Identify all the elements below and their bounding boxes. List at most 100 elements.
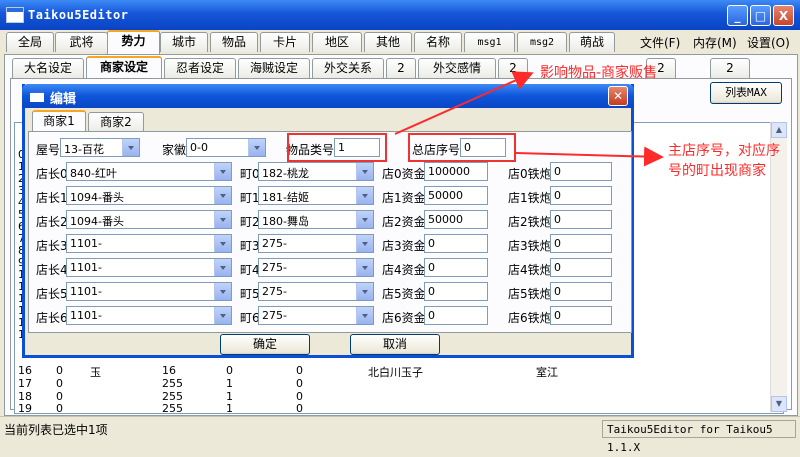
tab-items[interactable]: 物品 xyxy=(210,32,258,52)
guns-input[interactable]: 0 xyxy=(550,306,612,325)
chevron-down-icon[interactable] xyxy=(122,139,139,156)
tab-diplomacy[interactable]: 外交关系 xyxy=(312,58,384,78)
table-row-cell[interactable]: 0 xyxy=(226,364,233,377)
town-select[interactable]: 182-桃龙 xyxy=(258,162,374,181)
tab-extra-2[interactable]: 2 xyxy=(498,58,528,78)
table-row-cell[interactable]: 0 xyxy=(296,364,303,377)
table-row-cell[interactable]: 0 xyxy=(56,377,63,390)
manager-select[interactable]: 1094-番头 xyxy=(66,210,232,229)
manager-select[interactable]: 1101- xyxy=(66,306,232,325)
town-select[interactable]: 275- xyxy=(258,234,374,253)
chevron-down-icon[interactable] xyxy=(356,307,373,324)
town-select[interactable]: 275- xyxy=(258,306,374,325)
cancel-button[interactable]: 取消 xyxy=(350,334,440,355)
funds-input[interactable]: 50000 xyxy=(424,210,488,229)
guns-input[interactable]: 0 xyxy=(550,186,612,205)
town-select[interactable]: 180-舞岛 xyxy=(258,210,374,229)
tab-msg1[interactable]: msg1 xyxy=(464,32,515,52)
scroll-down-icon[interactable]: ▼ xyxy=(771,396,787,412)
table-row-cell[interactable]: 17 xyxy=(18,377,32,390)
tab-regions[interactable]: 地区 xyxy=(312,32,362,52)
table-row-cell[interactable]: 16 xyxy=(162,364,176,377)
tab-daimyo[interactable]: 大名设定 xyxy=(12,58,84,78)
dialog-tab-merchant2[interactable]: 商家2 xyxy=(88,112,144,132)
manager-select[interactable]: 1094-番头 xyxy=(66,186,232,205)
shop-name-select[interactable]: 13-百花 xyxy=(60,138,140,157)
chevron-down-icon[interactable] xyxy=(356,163,373,180)
chevron-down-icon[interactable] xyxy=(248,139,265,156)
chevron-down-icon[interactable] xyxy=(356,283,373,300)
town-select[interactable]: 275- xyxy=(258,258,374,277)
ok-button[interactable]: 确定 xyxy=(220,334,310,355)
chevron-down-icon[interactable] xyxy=(356,235,373,252)
tab-msg2[interactable]: msg2 xyxy=(517,32,567,52)
table-row-cell[interactable]: 0 xyxy=(296,377,303,390)
tab-generals[interactable]: 武将 xyxy=(55,32,108,52)
table-row-cell[interactable]: 255 xyxy=(162,402,183,412)
chevron-down-icon[interactable] xyxy=(214,307,231,324)
chevron-down-icon[interactable] xyxy=(356,211,373,228)
table-row-cell[interactable]: 0 xyxy=(296,402,303,412)
manager-select[interactable]: 1101- xyxy=(66,282,232,301)
funds-input[interactable]: 0 xyxy=(424,234,488,253)
guns-input[interactable]: 0 xyxy=(550,234,612,253)
tab-other[interactable]: 其他 xyxy=(364,32,412,52)
funds-input[interactable]: 0 xyxy=(424,282,488,301)
chevron-down-icon[interactable] xyxy=(214,187,231,204)
tab-extra-1[interactable]: 2 xyxy=(386,58,416,78)
tab-cities[interactable]: 城市 xyxy=(160,32,208,52)
funds-input[interactable]: 0 xyxy=(424,306,488,325)
manager-select[interactable]: 1101- xyxy=(66,258,232,277)
table-row-cell[interactable]: 1 xyxy=(226,402,233,412)
chevron-down-icon[interactable] xyxy=(214,163,231,180)
chevron-down-icon[interactable] xyxy=(356,259,373,276)
guns-input[interactable]: 0 xyxy=(550,258,612,277)
table-row-cell[interactable]: 室江 xyxy=(536,364,558,380)
chevron-down-icon[interactable] xyxy=(214,283,231,300)
table-row-cell[interactable]: 0 xyxy=(56,364,63,377)
dialog-tab-merchant1[interactable]: 商家1 xyxy=(32,110,86,132)
chevron-down-icon[interactable] xyxy=(214,211,231,228)
table-row-cell[interactable]: 16 xyxy=(18,364,32,377)
tab-pirate[interactable]: 海贼设定 xyxy=(238,58,310,78)
close-button[interactable]: X xyxy=(773,5,794,26)
funds-input[interactable]: 100000 xyxy=(424,162,488,181)
chevron-down-icon[interactable] xyxy=(214,259,231,276)
manager-select[interactable]: 840-红叶 xyxy=(66,162,232,181)
tab-merchant[interactable]: 商家设定 xyxy=(86,56,162,80)
tab-forces[interactable]: 势力 xyxy=(107,30,160,54)
guns-input[interactable]: 0 xyxy=(550,282,612,301)
town-select[interactable]: 275- xyxy=(258,282,374,301)
tab-moe[interactable]: 萌战 xyxy=(569,32,615,52)
table-row-cell[interactable]: 255 xyxy=(162,377,183,390)
table-row-cell[interactable]: 0 xyxy=(56,402,63,412)
table-row-cell[interactable]: 19 xyxy=(18,402,32,412)
crest-select[interactable]: 0-0 xyxy=(186,138,266,157)
scroll-up-icon[interactable]: ▲ xyxy=(771,122,787,138)
tab-names[interactable]: 名称 xyxy=(414,32,462,52)
tab-diplo-feeling[interactable]: 外交感情 xyxy=(418,58,496,78)
minimize-button[interactable]: _ xyxy=(727,5,748,26)
table-row-cell[interactable]: 北白川玉子 xyxy=(368,364,423,380)
manager-select[interactable]: 1101- xyxy=(66,234,232,253)
list-scrollbar[interactable]: ▲ ▼ xyxy=(770,122,787,412)
tab-cards[interactable]: 卡片 xyxy=(260,32,310,52)
tab-extra-4[interactable]: 2 xyxy=(710,58,750,78)
funds-input[interactable]: 50000 xyxy=(424,186,488,205)
guns-input[interactable]: 0 xyxy=(550,210,612,229)
dialog-close-button[interactable]: ✕ xyxy=(608,86,628,106)
tab-ninja[interactable]: 忍者设定 xyxy=(164,58,236,78)
chevron-down-icon[interactable] xyxy=(356,187,373,204)
list-max-button[interactable]: 列表MAX xyxy=(710,82,782,104)
menu-memory[interactable]: 内存(M) xyxy=(693,34,737,51)
tab-global[interactable]: 全局 xyxy=(6,32,54,52)
maximize-button[interactable]: □ xyxy=(750,5,771,26)
town-select[interactable]: 181-结姬 xyxy=(258,186,374,205)
chevron-down-icon[interactable] xyxy=(214,235,231,252)
table-row-cell[interactable]: 1 xyxy=(226,377,233,390)
menu-settings[interactable]: 设置(O) xyxy=(747,34,790,51)
funds-input[interactable]: 0 xyxy=(424,258,488,277)
menu-file[interactable]: 文件(F) xyxy=(640,34,680,51)
guns-input[interactable]: 0 xyxy=(550,162,612,181)
table-row-cell[interactable]: 玉 xyxy=(90,364,101,380)
